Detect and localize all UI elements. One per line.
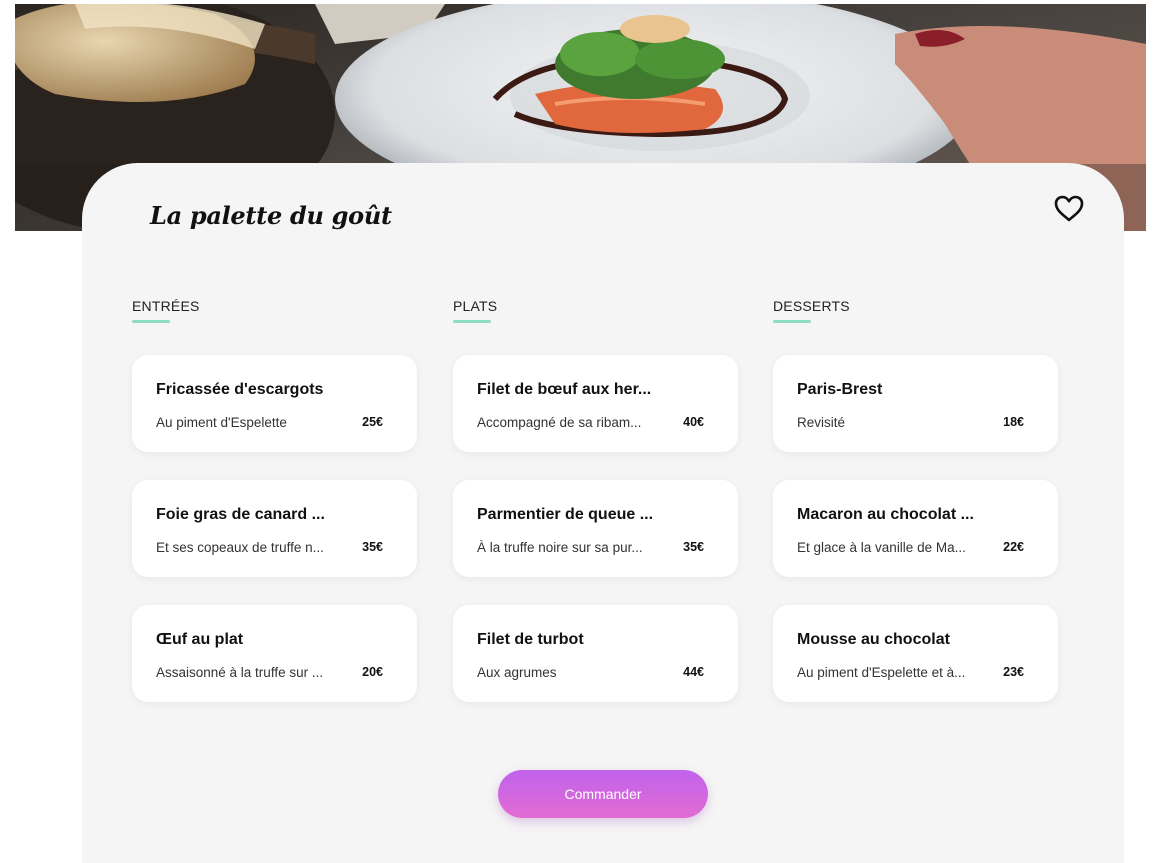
menu-item-card[interactable]: Filet de bœuf aux her... Accompagné de s… [453,355,738,452]
item-description: Au piment d'Espelette et à... [797,665,966,680]
menu-item-card[interactable]: Parmentier de queue ... À la truffe noir… [453,480,738,577]
item-description: Revisité [797,415,846,430]
item-name: Paris-Brest [797,381,883,398]
menu-card: La palette du goût ENTRÉES Fricassée d'e… [82,163,1124,863]
column-heading: DESSERTS [773,298,850,314]
item-name: Filet de turbot [477,631,584,648]
heading-underline [132,320,170,323]
menu-column-desserts: DESSERTS Paris-Brest Revisité 18€ Macaro… [773,298,1063,702]
menu-item-card[interactable]: Macaron au chocolat ... Et glace à la va… [773,480,1058,577]
item-description: À la truffe noire sur sa pur... [477,540,643,555]
item-description: Assaisonné à la truffe sur ... [156,665,324,680]
menu-item-card[interactable]: Œuf au plat Assaisonné à la truffe sur .… [132,605,417,702]
menu-item-card[interactable]: Paris-Brest Revisité 18€ [773,355,1058,452]
item-price: 44€ [683,665,704,679]
item-name: Macaron au chocolat ... [797,506,974,523]
item-description: Aux agrumes [477,665,557,680]
menu-item-card[interactable]: Fricassée d'escargots Au piment d'Espele… [132,355,417,452]
column-heading: PLATS [453,298,498,314]
item-name: Parmentier de queue ... [477,506,654,523]
menu-item-card[interactable]: Mousse au chocolat Au piment d'Espelette… [773,605,1058,702]
column-heading: ENTRÉES [132,298,200,314]
restaurant-title: La palette du goût [150,201,392,230]
heart-icon[interactable] [1052,193,1086,225]
item-name: Mousse au chocolat [797,631,950,648]
item-price: 22€ [1003,540,1024,554]
item-name: Œuf au plat [156,631,244,648]
heading-underline [453,320,491,323]
item-price: 25€ [362,415,383,429]
item-price: 35€ [362,540,383,554]
item-name: Fricassée d'escargots [156,381,324,398]
item-price: 35€ [683,540,704,554]
item-price: 40€ [683,415,704,429]
order-button[interactable]: Commander [498,770,708,818]
item-price: 23€ [1003,665,1024,679]
menu-column-entrees: ENTRÉES Fricassée d'escargots Au piment … [132,298,422,702]
menu-item-card[interactable]: Filet de turbot Aux agrumes 44€ [453,605,738,702]
menu-column-plats: PLATS Filet de bœuf aux her... Accompagn… [453,298,743,702]
heading-underline [773,320,811,323]
item-description: Et ses copeaux de truffe n... [156,540,324,555]
item-description: Et glace à la vanille de Ma... [797,540,966,555]
item-description: Au piment d'Espelette [156,415,287,430]
item-name: Filet de bœuf aux her... [477,381,652,398]
item-price: 18€ [1003,415,1024,429]
menu-item-card[interactable]: Foie gras de canard ... Et ses copeaux d… [132,480,417,577]
item-price: 20€ [362,665,383,679]
item-description: Accompagné de sa ribam... [477,415,642,430]
item-name: Foie gras de canard ... [156,506,325,523]
